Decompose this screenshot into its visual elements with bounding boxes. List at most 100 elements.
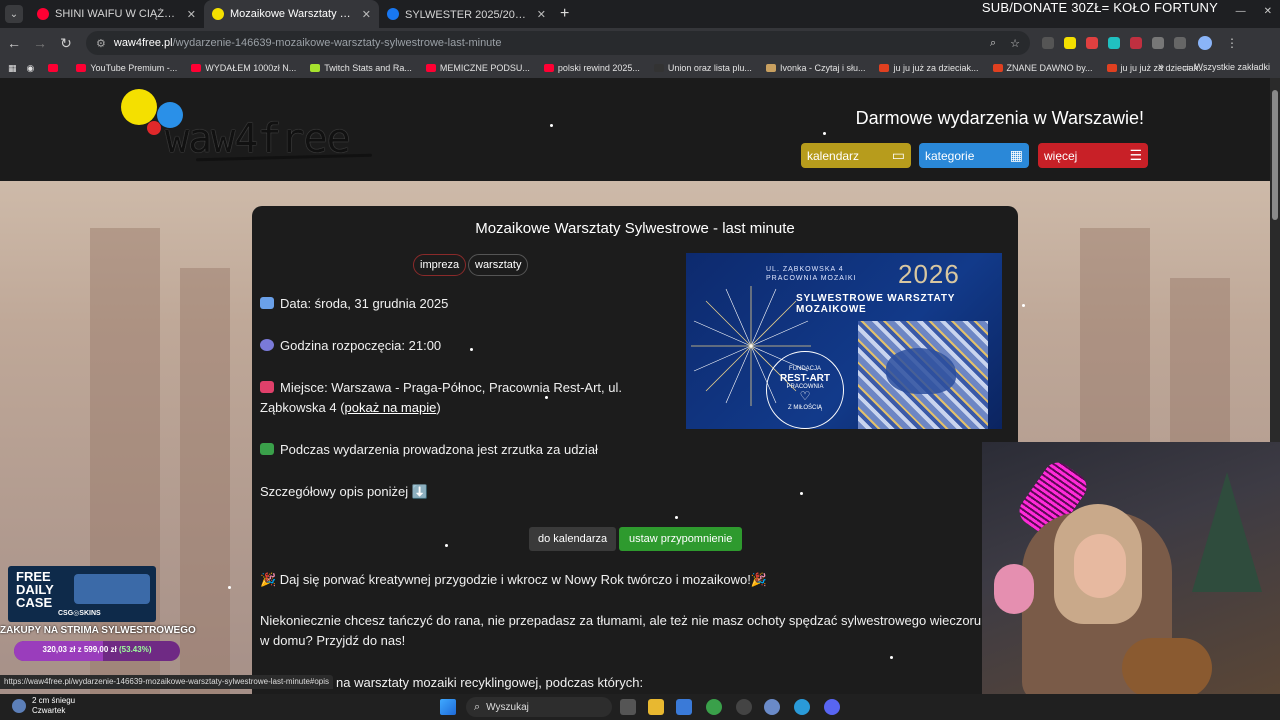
event-date-text: Data: środa, 31 grudnia 2025: [280, 296, 449, 311]
tab-title: SYLWESTER 2025/2026 ✦ Hyd: [405, 8, 531, 21]
promo-title: FREE DAILY CASE: [16, 570, 54, 609]
close-icon[interactable]: ✕: [537, 8, 546, 21]
all-bookmarks-label: Wszystkie zakładki: [1194, 62, 1270, 72]
discord-icon[interactable]: [824, 699, 840, 715]
extension-icon[interactable]: [1042, 37, 1054, 49]
snowflake: [800, 492, 803, 495]
youtube-icon: [76, 64, 87, 72]
extension-icon[interactable]: [1086, 37, 1098, 49]
bookmark-item[interactable]: [48, 64, 62, 72]
pin-icon: [260, 381, 274, 393]
site-header: waw4free Darmowe wydarzenia w Warszawie!…: [0, 78, 1270, 181]
taskbar: 2 cm śniegu Czwartek ⌕ Wyszukaj: [0, 694, 1280, 720]
bookmark-item[interactable]: Ivonka - Czytaj i słu...: [765, 63, 865, 73]
poster-title: SYLWESTROWE WARSZTATY MOZAIKOWE: [796, 293, 956, 315]
tab-1[interactable]: Mozaikowe Warsztaty Sylwestr ✕: [204, 0, 379, 28]
page-icon: [992, 64, 1003, 72]
task-view-icon[interactable]: [620, 699, 636, 715]
dollar-icon: [260, 443, 274, 455]
show-map-link[interactable]: pokaż na mapie: [345, 400, 437, 415]
bookmark-item[interactable]: ◉: [27, 63, 35, 74]
categories-nav-button[interactable]: kategorie ▦: [919, 143, 1029, 168]
new-tab-button[interactable]: +: [560, 5, 569, 23]
menu-kebab-icon[interactable]: ⋮: [1226, 36, 1238, 50]
bookmark-item[interactable]: polski rewind 2025...: [543, 63, 640, 73]
bookmark-item[interactable]: YouTube Premium -...: [76, 63, 177, 73]
profile-avatar[interactable]: [1198, 36, 1212, 50]
extension-icon[interactable]: [1130, 37, 1142, 49]
weather-widget[interactable]: 2 cm śniegu Czwartek: [12, 696, 75, 716]
logo-line: Z MIŁOŚCIĄ: [787, 405, 822, 411]
page-icon: [765, 64, 776, 72]
reload-icon[interactable]: ↻: [54, 35, 78, 52]
puzzle-icon[interactable]: [1152, 37, 1164, 49]
scrollbar-thumb[interactable]: [1272, 90, 1278, 220]
tag-impreza[interactable]: impreza: [413, 254, 467, 276]
app-icon[interactable]: [736, 699, 752, 715]
bookmark-item[interactable]: ZNANE DAWNO by...: [992, 63, 1093, 73]
chrome-icon[interactable]: [706, 699, 722, 715]
donation-goal-title: ZAKUPY NA STRIMA SYLWESTROWEGO: [0, 625, 196, 636]
hamburger-icon: ☰: [1129, 147, 1142, 163]
file-explorer-icon[interactable]: [648, 699, 664, 715]
close-icon[interactable]: ✕: [187, 8, 196, 21]
tag-warsztaty[interactable]: warsztaty: [468, 254, 529, 276]
youtube-icon: [191, 64, 202, 72]
snow-weather-icon: [12, 699, 26, 713]
more-nav-button[interactable]: więcej ☰: [1038, 143, 1148, 168]
extension-icon[interactable]: [1064, 37, 1076, 49]
event-time-text: Godzina rozpoczęcia: 21:00: [280, 338, 442, 353]
donation-goal-text: 320,03 zł z 599,00 zł (53.43%): [14, 645, 180, 654]
site-tagline: Darmowe wydarzenia w Warszawie!: [855, 108, 1144, 128]
logo-dot: [121, 89, 157, 125]
goal-percent: (53.43%): [119, 645, 152, 654]
case-chest-image: [74, 574, 150, 604]
youtube-icon: [543, 64, 554, 72]
back-icon[interactable]: ←: [2, 35, 26, 51]
minimize-icon[interactable]: —: [1236, 6, 1246, 17]
bookmark-item[interactable]: ju ju już za dzieciak...: [879, 63, 979, 73]
windows-start-icon[interactable]: [440, 699, 456, 715]
tab-title: Mozaikowe Warsztaty Sylwestr: [230, 8, 356, 20]
media-icon[interactable]: [1174, 37, 1186, 49]
forward-icon[interactable]: →: [28, 35, 52, 51]
set-reminder-button[interactable]: ustaw przypomnienie: [619, 527, 743, 551]
all-bookmarks[interactable]: ▭ Wszystkie zakładki: [1182, 62, 1270, 73]
close-icon[interactable]: ✕: [362, 8, 371, 21]
event-desc-paragraph: Niekoniecznie chcesz tańczyć do rana, ni…: [260, 613, 982, 648]
apps-icon[interactable]: ▦: [8, 63, 17, 74]
snowflake: [228, 586, 231, 589]
bookmark-label: ZNANE DAWNO by...: [1006, 63, 1093, 73]
store-icon[interactable]: [676, 699, 692, 715]
calendar-nav-button[interactable]: kalendarz ▭: [801, 143, 911, 168]
site-info-icon[interactable]: ⚙: [96, 37, 106, 50]
bookmarks-overflow[interactable]: »: [1158, 61, 1164, 73]
browser-icon[interactable]: [794, 699, 810, 715]
close-window-icon[interactable]: ✕: [1264, 6, 1272, 17]
event-poster[interactable]: UL. ZĄBKOWSKA 4 PRACOWNIA MOZAIKI 2026 S…: [686, 253, 1002, 429]
youtube-icon: [37, 8, 49, 20]
bookmark-star-icon[interactable]: ☆: [1010, 37, 1020, 50]
event-card: Mozaikowe Warsztaty Sylwestrowe - last m…: [252, 206, 1018, 694]
extension-icon[interactable]: [1108, 37, 1120, 49]
bookmark-item[interactable]: MEMICZNE PODSU...: [425, 63, 530, 73]
tab-title: SHINI WAIFU W CIĄŻY!? WYZN: [55, 8, 181, 20]
add-to-calendar-button[interactable]: do kalendarza: [529, 527, 617, 551]
bookmark-label: YouTube Premium -...: [90, 63, 178, 73]
bookmark-label: Union oraz lista plu...: [667, 63, 752, 73]
url-host: waw4free.pl: [113, 37, 173, 49]
tab-search-button[interactable]: ⌄: [5, 5, 23, 23]
bookmark-item[interactable]: Union oraz lista plu...: [653, 63, 752, 73]
tab-2[interactable]: SYLWESTER 2025/2026 ✦ Hyd ✕: [379, 0, 554, 28]
zoom-icon[interactable]: ⌕: [990, 37, 996, 50]
address-bar[interactable]: ⚙ waw4free.pl /wydarzenie-146639-mozaiko…: [86, 31, 1030, 55]
settings-icon[interactable]: [764, 699, 780, 715]
logo-dot: [147, 121, 161, 135]
bookmark-item[interactable]: WYDAŁEM 1000zł N...: [191, 63, 296, 73]
bookmark-item[interactable]: Twitch Stats and Ra...: [310, 63, 412, 73]
promo-line: CASE: [16, 595, 53, 610]
grid-icon: ▦: [1009, 147, 1023, 163]
tab-0[interactable]: SHINI WAIFU W CIĄŻY!? WYZN ✕: [29, 0, 204, 28]
snowflake: [1022, 304, 1025, 307]
taskbar-search[interactable]: ⌕ Wyszukaj: [466, 697, 612, 717]
